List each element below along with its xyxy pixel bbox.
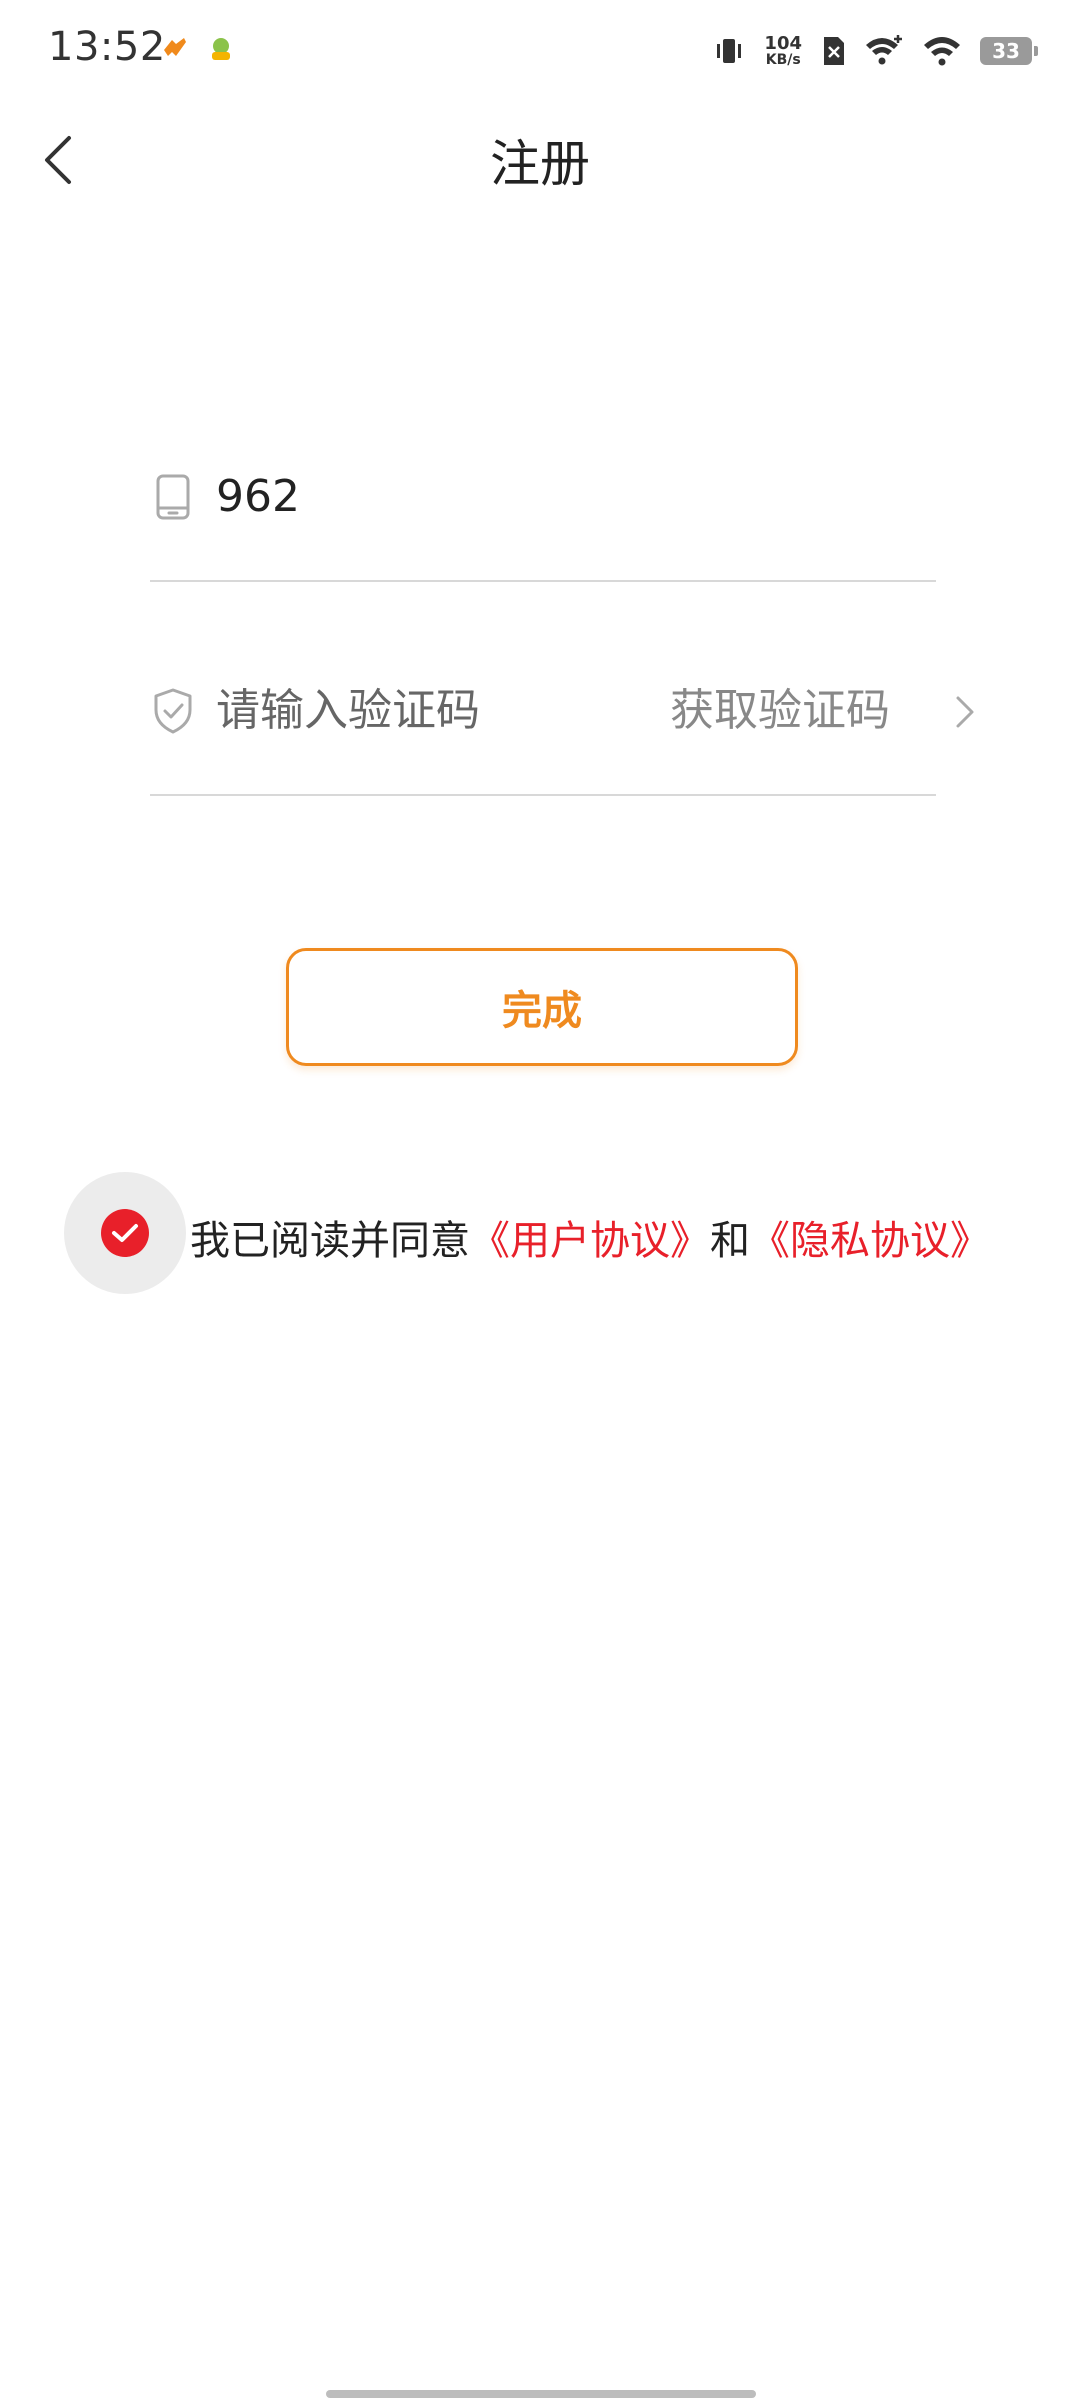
- done-button[interactable]: 完成: [286, 948, 798, 1066]
- user-agreement-link[interactable]: 《用户协议》: [470, 1218, 710, 1264]
- agreement-text: 我已阅读并同意《用户协议》和《隐私协议》: [190, 1208, 990, 1266]
- phone-input-value[interactable]: 962: [216, 472, 300, 522]
- app-notification-icon-2: [212, 38, 230, 60]
- wifi-plus-icon: [866, 35, 902, 65]
- checkbox-checked-indicator: [101, 1209, 149, 1257]
- privacy-agreement-link[interactable]: 《隐私协议》: [750, 1218, 990, 1264]
- status-time: 13:52: [48, 24, 166, 70]
- battery-level: 33: [992, 39, 1020, 63]
- page-title: 注册: [490, 135, 590, 193]
- network-speed-unit: KB/s: [765, 52, 801, 68]
- home-indicator[interactable]: [326, 2390, 756, 2398]
- battery-icon: 33: [980, 37, 1038, 65]
- network-speed-value: 104: [764, 33, 802, 54]
- phone-icon: [156, 474, 190, 520]
- agreement-prefix: 我已阅读并同意: [190, 1218, 470, 1264]
- wifi-icon: [924, 37, 960, 66]
- app-notification-icon: [164, 38, 186, 56]
- no-sim-icon: [824, 37, 844, 65]
- get-code-button[interactable]: 获取验证码: [670, 686, 890, 736]
- verification-code-input[interactable]: 请输入验证码: [216, 686, 480, 736]
- check-icon: [112, 1224, 138, 1242]
- vibrate-icon: [717, 39, 742, 63]
- phone-field[interactable]: 962: [150, 472, 936, 582]
- status-bar: 13:52 104 KB/s 33: [0, 0, 1080, 100]
- network-speed: 104 KB/s: [764, 33, 802, 68]
- agreement-checkbox[interactable]: [64, 1172, 186, 1294]
- status-right-icons: 104 KB/s 33: [712, 26, 1038, 76]
- verification-code-field[interactable]: 请输入验证码 获取验证码: [150, 686, 974, 796]
- agreement-joiner: 和: [710, 1218, 750, 1264]
- register-screen: 13:52 104 KB/s 33 注册 962 请输入验证码 获取验证码 完成…: [0, 0, 1080, 2400]
- shield-check-icon: [154, 688, 192, 734]
- chevron-right-icon[interactable]: [950, 692, 980, 732]
